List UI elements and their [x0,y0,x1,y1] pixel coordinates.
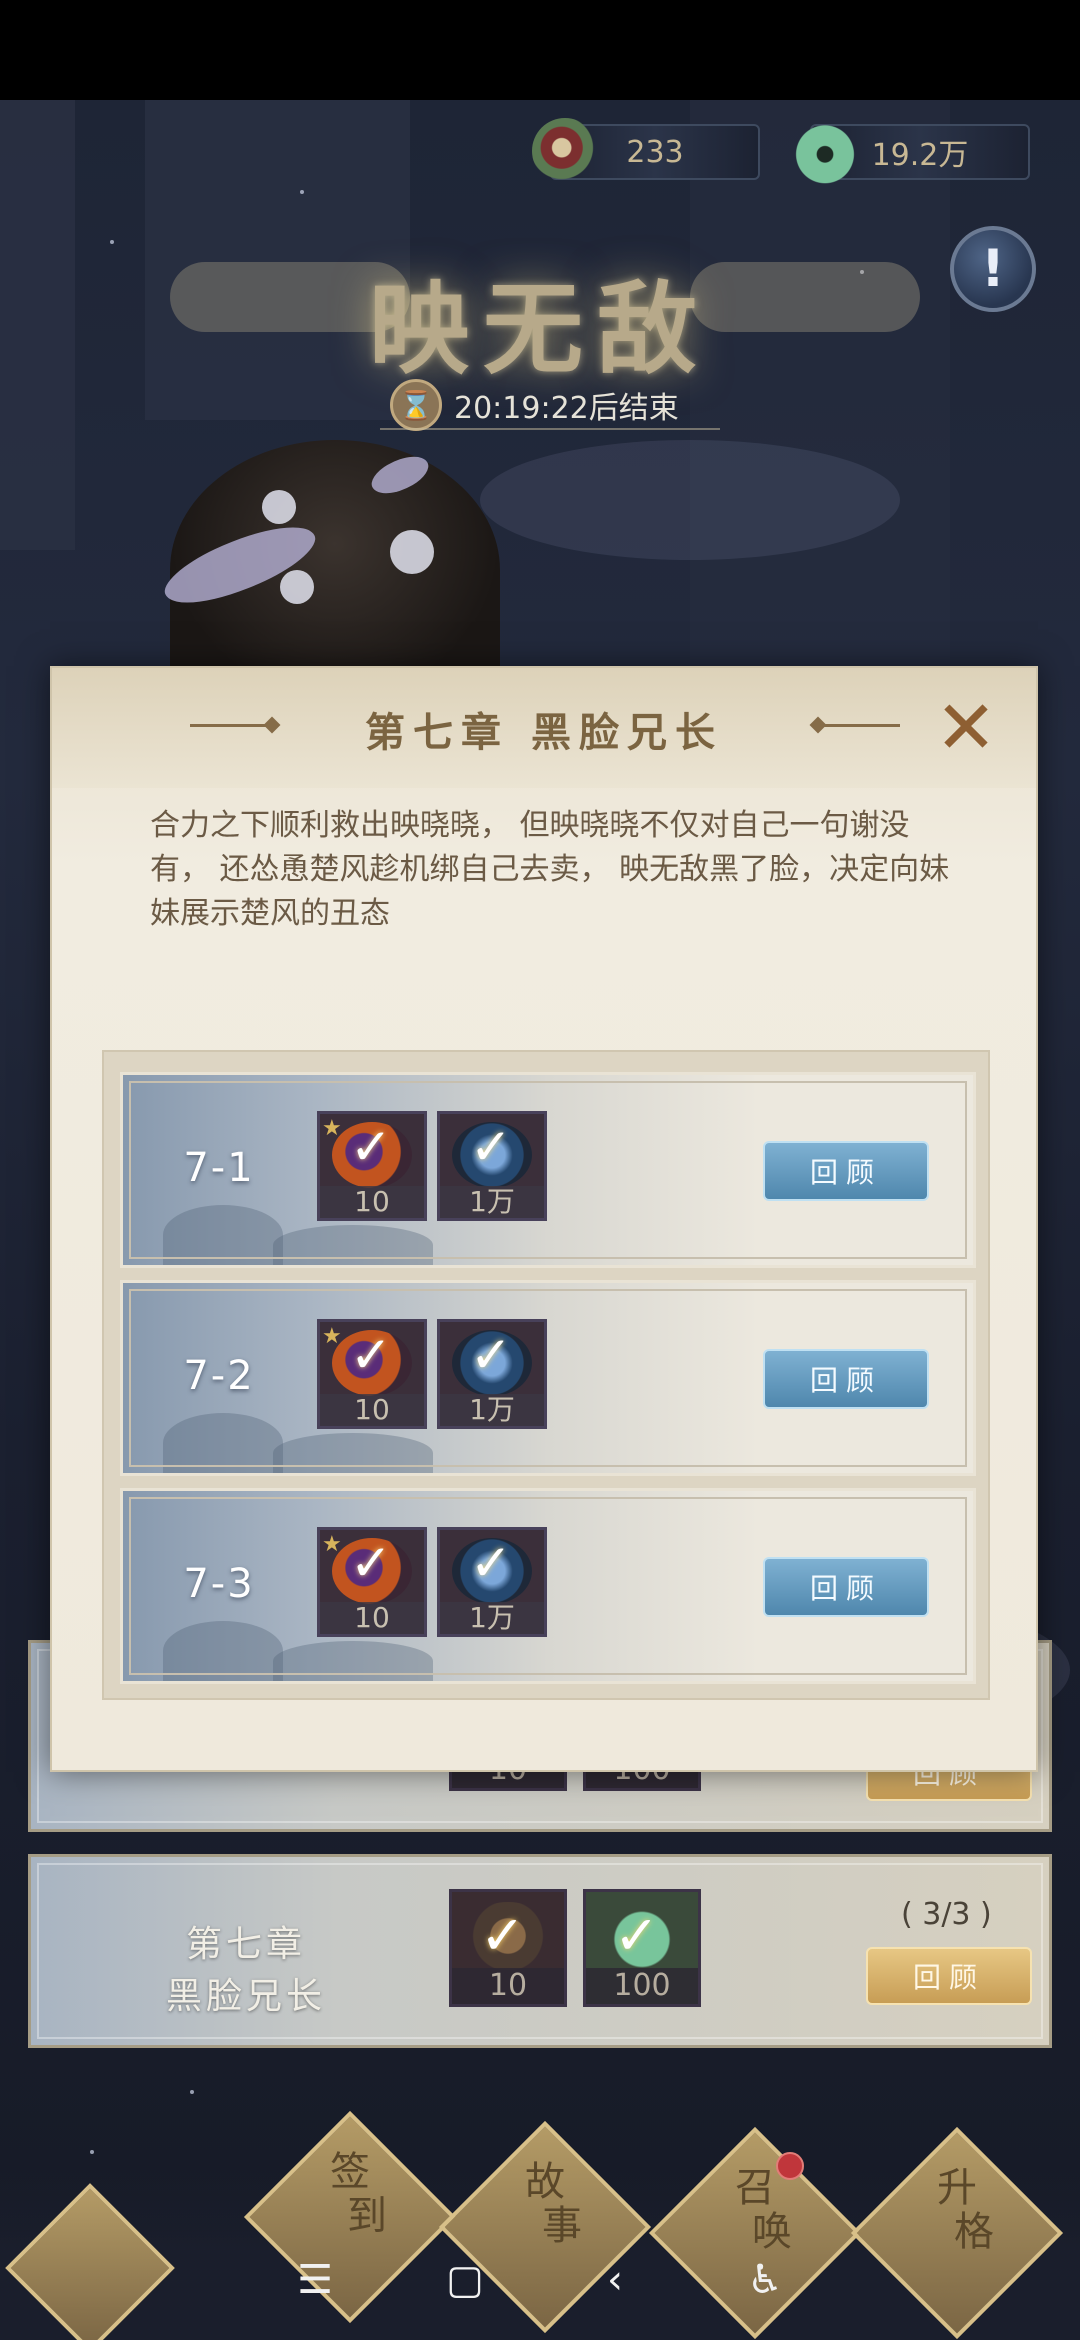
check-icon: ✓ [614,1904,660,1967]
stage-reward-orb: ★ ✓ 10 [317,1111,427,1221]
chapter-review-button[interactable]: 回顾 [866,1947,1032,2005]
check-icon: ✓ [350,1118,392,1176]
star-icon: ★ [322,1116,342,1141]
jewel-ornament-icon [390,530,434,574]
stage-row[interactable]: 7-2 ★ ✓ 10 ✓ 1万 回顾 [120,1280,976,1476]
event-timer-text: 20:19:22后结束 [454,391,679,426]
chapter-row[interactable]: 第七章 黑脸兄长 ✓ 10 ✓ 100 ( 3/3 ) 回顾 [28,1854,1052,2048]
resource-jade-value: 19.2万 [871,138,969,173]
stage-row[interactable]: 7-1 ★ ✓ 10 ✓ 1万 回顾 [120,1072,976,1268]
star-icon: ★ [322,1532,342,1557]
accessibility-icon[interactable]: ♿ [725,2257,805,2303]
chapter-progress: ( 3/3 ) [901,1897,992,1932]
stage-review-button[interactable]: 回顾 [763,1557,929,1617]
chapter-description: 合力之下顺利救出映晓晓， 但映晓晓不仅对自己一句谢没有， 还怂恿楚风趁机绑自己去… [150,808,950,931]
hourglass-icon: ⌛ [390,379,442,431]
stage-reward-crystal: ✓ 1万 [437,1319,547,1429]
system-navigation-bar: ☰ ▢ ‹ ♿ [0,2220,1080,2340]
menu-icon[interactable]: ☰ [275,2257,355,2303]
timer-underline [380,428,720,430]
chapter-reward-scroll: ✓ 10 [449,1889,567,2007]
stage-reward-orb: ★ ✓ 10 [317,1319,427,1429]
stage-label: 7-1 [183,1145,255,1191]
home-icon[interactable]: ▢ [425,2257,505,2303]
resource-scroll: 233 [532,118,760,184]
chapter-dialog: 第七章 黑脸兄长 ✕ 合力之下顺利救出映晓晓， 但映晓晓不仅对自己一句谢没有， … [50,666,1038,1772]
stage-reward-crystal: ✓ 1万 [437,1111,547,1221]
event-title: 映无敌 [369,270,711,388]
check-icon: ✓ [350,1534,392,1592]
flower-ornament-icon [262,490,296,524]
check-icon: ✓ [470,1326,512,1384]
event-timer: ⌛ 20:19:22后结束 [390,378,679,432]
resource-scroll-value: 233 [626,134,684,170]
close-x-icon: ✕ [934,685,997,771]
chapter-reward-jade: ✓ 100 [583,1889,701,2007]
jade-coin-icon [792,118,858,184]
stage-reward-orb: ★ ✓ 10 [317,1527,427,1637]
title-ornament-right [818,724,900,727]
stage-review-button[interactable]: 回顾 [763,1141,929,1201]
resource-jade: 19.2万 [792,118,1030,184]
stage-list: 7-1 ★ ✓ 10 ✓ 1万 回顾 7-2 ★ ✓ 10 ✓ 1万 回顾 7-… [102,1050,990,1700]
notification-dot [776,2152,804,2180]
stage-review-button[interactable]: 回顾 [763,1349,929,1409]
stage-label: 7-3 [183,1561,255,1607]
status-bar [0,0,1080,100]
dialog-title: 第七章 黑脸兄长 [365,709,723,756]
check-icon: ✓ [350,1326,392,1384]
scroll-icon [532,118,598,184]
stage-row[interactable]: 7-3 ★ ✓ 10 ✓ 1万 回顾 [120,1488,976,1684]
stage-label: 7-2 [183,1353,255,1399]
close-button[interactable]: ✕ [928,690,1004,766]
chapter-title: 第七章 黑脸兄长 [165,1924,326,2017]
stage-reward-crystal: ✓ 1万 [437,1527,547,1637]
star-icon: ★ [322,1324,342,1349]
check-icon: ✓ [470,1534,512,1592]
check-icon: ✓ [480,1904,526,1967]
flower-ornament-icon [280,570,314,604]
check-icon: ✓ [470,1118,512,1176]
back-icon[interactable]: ‹ [575,2257,655,2303]
